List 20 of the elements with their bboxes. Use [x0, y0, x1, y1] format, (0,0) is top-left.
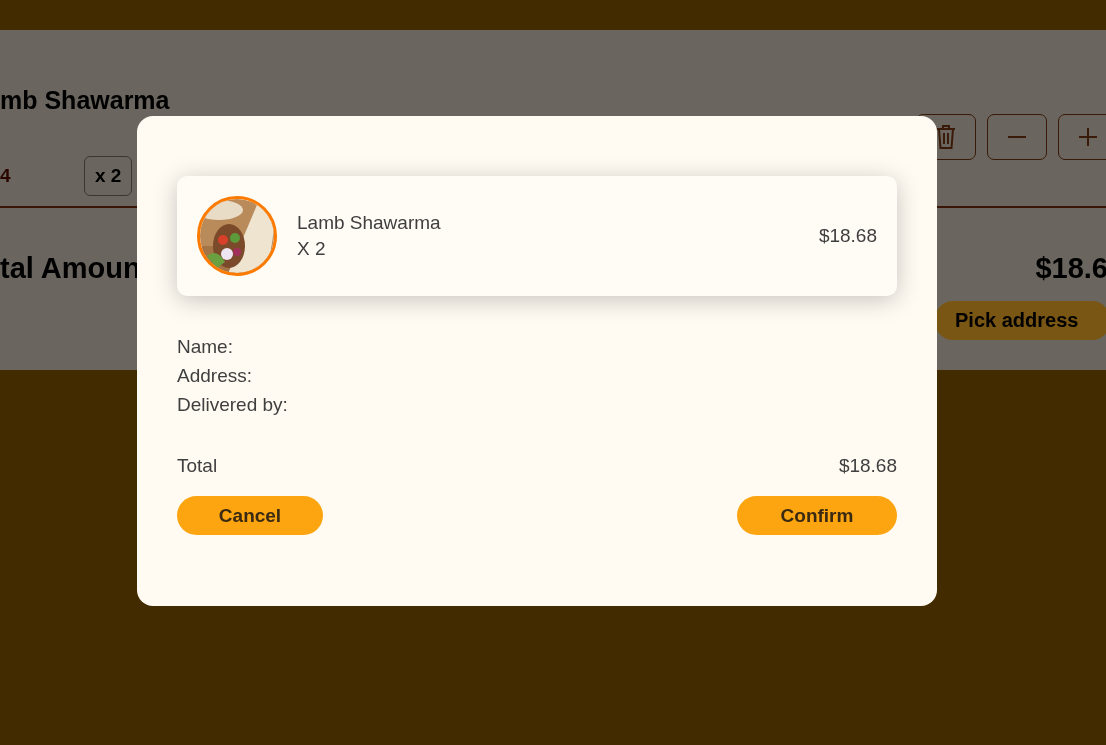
confirm-button[interactable]: Confirm — [737, 496, 897, 535]
total-label: Total — [177, 454, 218, 478]
item-price: 4 — [0, 165, 12, 187]
cancel-button[interactable]: Cancel — [177, 496, 323, 535]
item-name: Lamb Shawarma — [297, 212, 442, 234]
total-amount: $18.68 — [838, 454, 897, 478]
trash-icon — [935, 124, 957, 150]
item-quantity: X 2 — [297, 238, 327, 260]
minus-icon — [1008, 136, 1026, 138]
item-price: $18.68 — [818, 225, 877, 247]
increase-button[interactable] — [1058, 114, 1106, 160]
detail-label: Delivered by: — [177, 393, 289, 417]
detail-label: Address: — [177, 364, 253, 388]
decrease-button[interactable] — [987, 114, 1047, 160]
total-label: tal Amoun — [0, 252, 141, 285]
quantity-badge: x 2 — [84, 156, 133, 196]
detail-label: Name: — [177, 335, 234, 359]
total-amount: $18.6 — [1035, 252, 1106, 285]
plus-icon — [1079, 128, 1097, 146]
item-name: mb Shawarma — [0, 86, 170, 115]
